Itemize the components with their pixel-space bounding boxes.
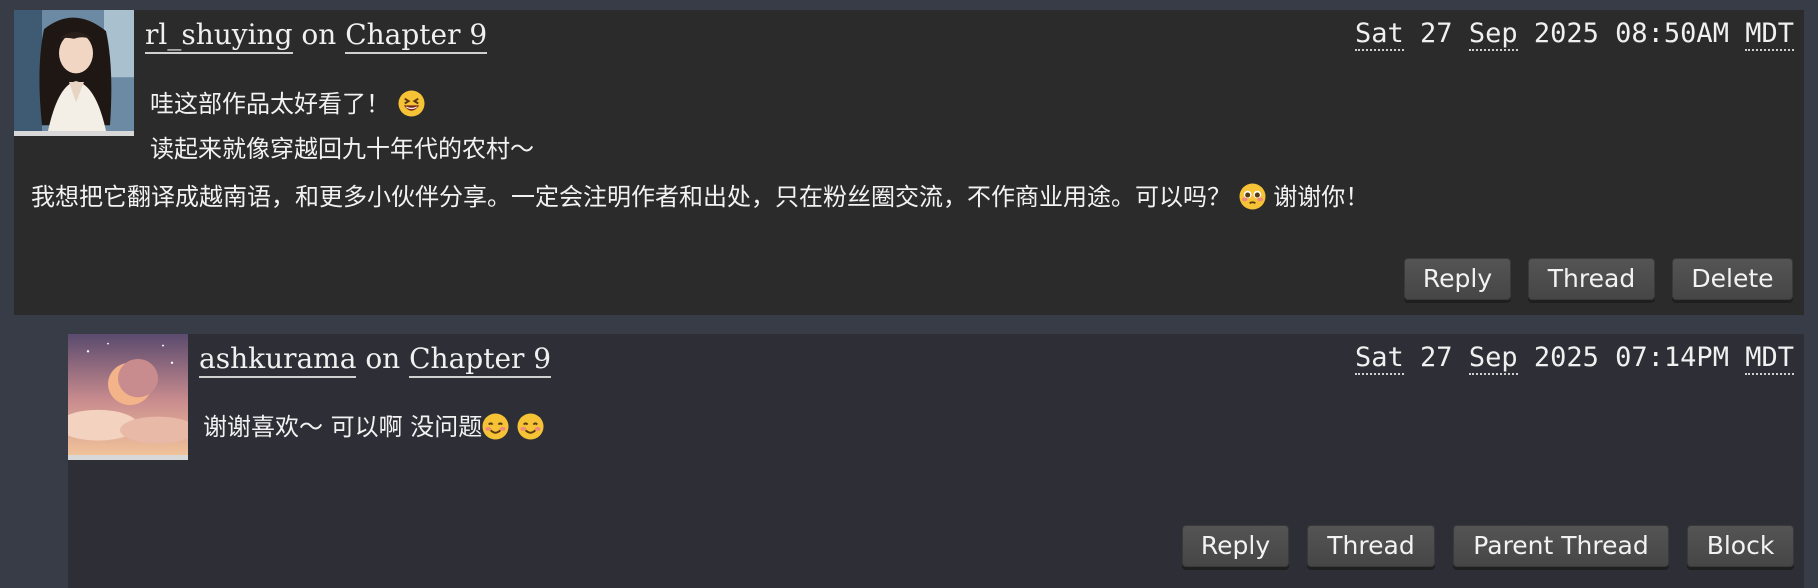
timestamp-day: Sat bbox=[1354, 18, 1404, 51]
smiling-face-emoji-icon bbox=[482, 413, 509, 440]
comment-line: 我想把它翻译成越南语，和更多小伙伴分享。一定会注明作者和出处，只在粉丝圈交流，不… bbox=[31, 177, 1369, 212]
thread-button[interactable]: Thread bbox=[1528, 258, 1655, 300]
timestamp-time: 08:50AM bbox=[1615, 18, 1729, 49]
line-text: 我想把它翻译成越南语，和更多小伙伴分享。一定会注明作者和出处，只在粉丝圈交流，不… bbox=[31, 183, 1231, 211]
comment-timestamp: Sat 27 Sep 2025 07:14PM MDT bbox=[1354, 342, 1794, 375]
comment-line: 哇这部作品太好看了！ bbox=[150, 84, 425, 119]
timestamp-tz: MDT bbox=[1745, 18, 1794, 51]
reply-button[interactable]: Reply bbox=[1404, 258, 1511, 300]
comment-line: 读起来就像穿越回九十年代的农村～ bbox=[150, 129, 534, 164]
user-avatar[interactable] bbox=[14, 10, 134, 136]
timestamp-month: Sep bbox=[1468, 342, 1518, 375]
line-text: 读起来就像穿越回九十年代的农村～ bbox=[150, 135, 534, 163]
author-link[interactable]: rl_shuying bbox=[145, 18, 293, 54]
timestamp-date: 27 bbox=[1420, 342, 1453, 373]
line-text: 哇这部作品太好看了！ bbox=[150, 90, 390, 118]
block-button[interactable]: Block bbox=[1687, 525, 1794, 567]
parent-thread-button[interactable]: Parent Thread bbox=[1453, 525, 1669, 567]
line-text: 谢谢喜欢～ 可以啊 没问题 bbox=[203, 413, 483, 441]
chapter-link[interactable]: Chapter 9 bbox=[345, 18, 488, 54]
author-link[interactable]: ashkurama bbox=[199, 342, 357, 378]
comment: rl_shuying on Chapter 9 Sat 27 Sep 2025 … bbox=[14, 10, 1804, 315]
comment-timestamp: Sat 27 Sep 2025 08:50AM MDT bbox=[1354, 18, 1794, 51]
on-text: on bbox=[301, 18, 337, 51]
timestamp-month: Sep bbox=[1468, 18, 1518, 51]
timestamp-time: 07:14PM bbox=[1615, 342, 1729, 373]
comment-byline: ashkurama on Chapter 9 bbox=[199, 342, 552, 378]
comment-byline: rl_shuying on Chapter 9 bbox=[145, 18, 488, 54]
grinning-squinting-emoji-icon bbox=[398, 90, 425, 117]
reply-comment: ashkurama on Chapter 9 Sat 27 Sep 2025 0… bbox=[68, 334, 1804, 588]
smiling-face-emoji-icon bbox=[517, 413, 544, 440]
chapter-link[interactable]: Chapter 9 bbox=[409, 342, 552, 378]
line-text-after: 谢谢你！ bbox=[1273, 183, 1370, 211]
pleading-face-emoji-icon bbox=[1239, 183, 1266, 210]
delete-button[interactable]: Delete bbox=[1672, 258, 1793, 300]
user-avatar[interactable] bbox=[68, 334, 188, 460]
timestamp-day: Sat bbox=[1354, 342, 1404, 375]
reply-button[interactable]: Reply bbox=[1182, 525, 1289, 567]
timestamp-year: 2025 bbox=[1533, 18, 1599, 49]
comment-line: 谢谢喜欢～ 可以啊 没问题 bbox=[203, 407, 544, 442]
timestamp-date: 27 bbox=[1420, 18, 1453, 49]
timestamp-tz: MDT bbox=[1745, 342, 1794, 375]
on-text: on bbox=[365, 342, 401, 375]
timestamp-year: 2025 bbox=[1533, 342, 1599, 373]
thread-button[interactable]: Thread bbox=[1307, 525, 1435, 567]
